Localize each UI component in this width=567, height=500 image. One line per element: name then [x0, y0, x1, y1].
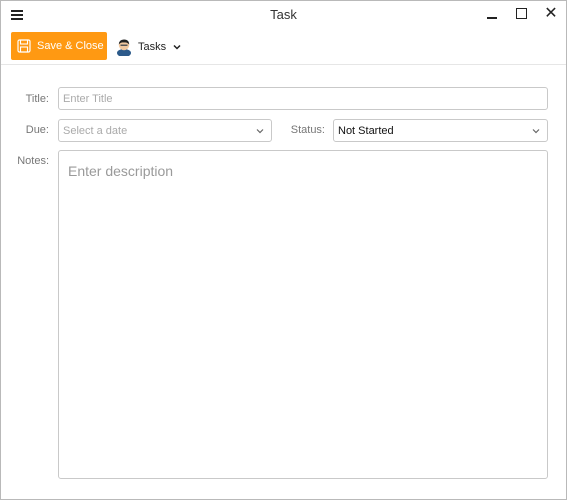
title-input-placeholder: Enter Title — [63, 92, 113, 105]
notes-label: Notes: — [17, 155, 49, 167]
title-bar: Task ✕ — [1, 1, 566, 29]
chevron-down-icon — [532, 128, 540, 133]
save-close-button[interactable]: Save & Close — [11, 32, 107, 60]
title-label: Title: — [25, 93, 49, 105]
folder-label: Tasks — [138, 41, 167, 53]
due-label: Due: — [25, 124, 49, 136]
chevron-down-icon — [173, 44, 181, 50]
status-label: Status: — [290, 124, 325, 136]
minimize-button[interactable] — [485, 6, 501, 22]
chevron-down-icon — [256, 128, 264, 133]
due-date-placeholder: Select a date — [63, 124, 128, 137]
due-date-picker[interactable]: Select a date — [58, 119, 272, 142]
save-close-label: Save & Close — [37, 40, 104, 52]
window-title: Task — [270, 7, 297, 22]
toolbar: Save & Close Tasks — [1, 29, 566, 65]
maximize-button[interactable] — [514, 6, 530, 22]
title-input[interactable]: Enter Title — [58, 87, 548, 110]
task-window: Task ✕ Save & Close Tasks Title: Enter T… — [0, 0, 567, 500]
avatar-icon — [117, 39, 131, 56]
close-button[interactable]: ✕ — [543, 6, 559, 22]
notes-textarea[interactable]: Enter description — [58, 150, 548, 479]
folder-dropdown[interactable]: Tasks — [116, 37, 182, 57]
save-icon — [17, 39, 31, 53]
status-value: Not Started — [338, 124, 394, 137]
status-select[interactable]: Not Started — [333, 119, 548, 142]
notes-placeholder: Enter description — [68, 163, 174, 179]
